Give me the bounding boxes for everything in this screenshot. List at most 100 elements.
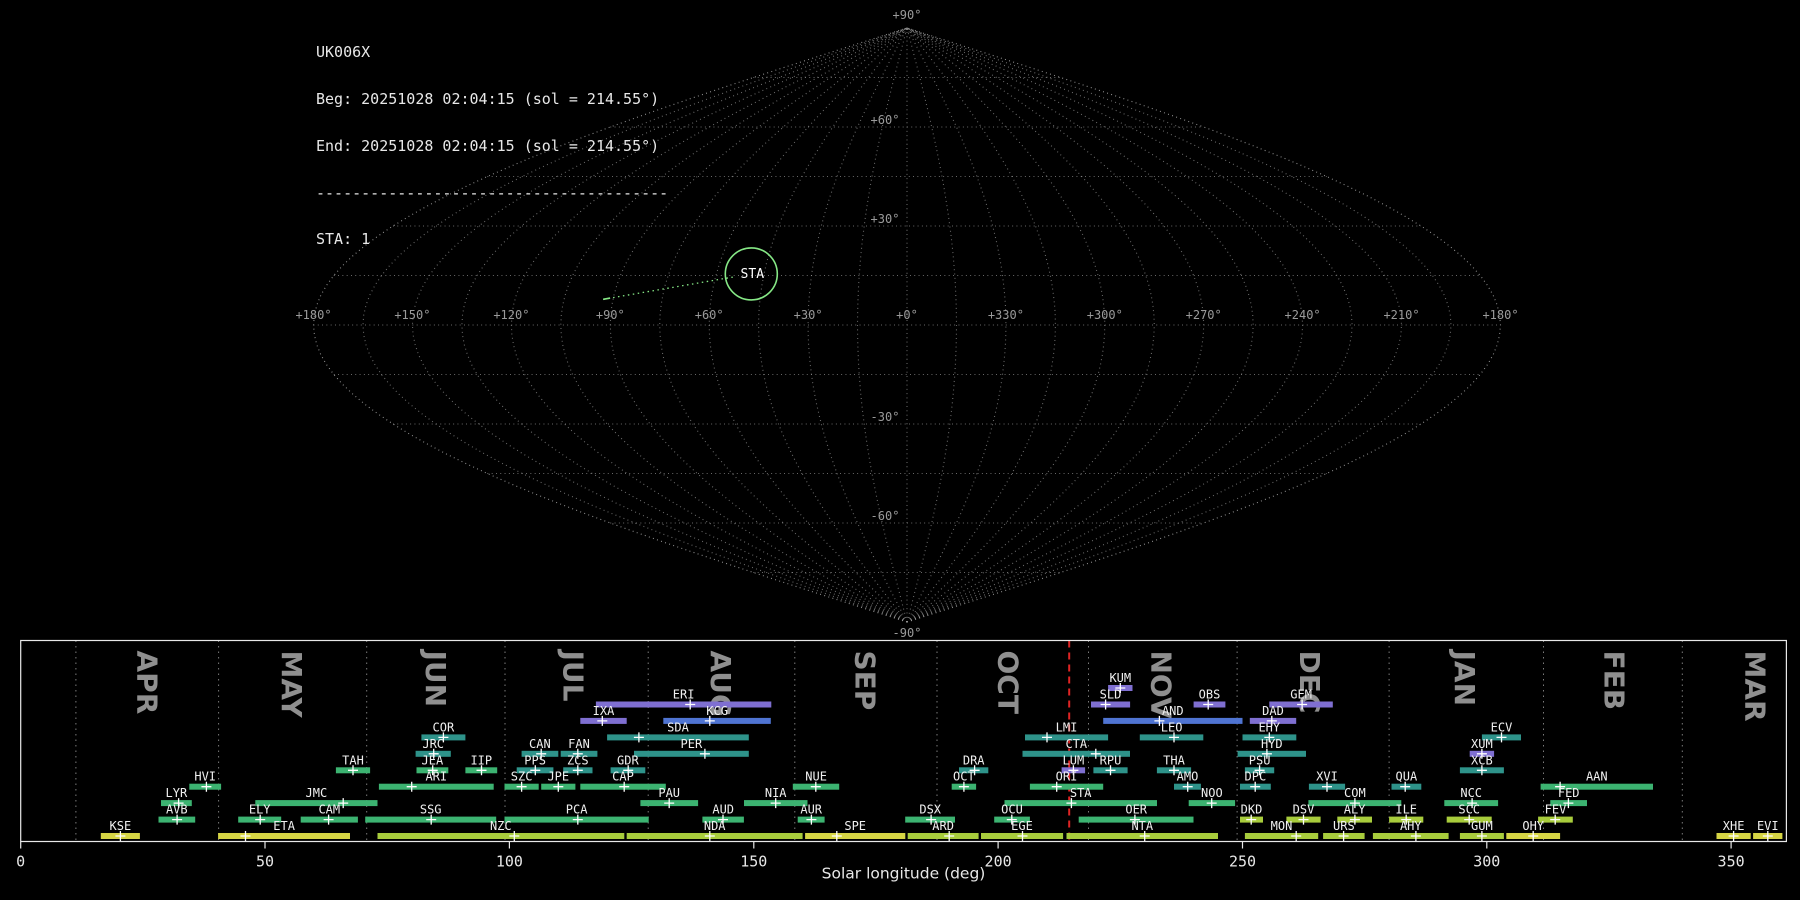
- shower-activity-bar: [1030, 784, 1103, 790]
- shower-code-label: AUD: [712, 803, 734, 817]
- radiant-label: STA: [741, 267, 765, 282]
- shower-code-label: NTA: [1131, 819, 1153, 833]
- shower-code-label: IIP: [470, 753, 492, 767]
- shower-code-label: COM: [1344, 786, 1366, 800]
- lon-label: +330°: [988, 308, 1024, 322]
- shower-activity-bar: [218, 833, 350, 839]
- shower-peak-marker: [832, 831, 842, 841]
- shower-activity-bar: [378, 833, 625, 839]
- lon-label: +270°: [1186, 308, 1222, 322]
- shower-code-label: ARI: [425, 770, 447, 784]
- shower-code-label: KCG: [706, 704, 728, 718]
- plot-canvas: +180°+150°+120°+90°+60°+30°+0°+330°+300°…: [0, 0, 1800, 900]
- shower-peak-marker: [1042, 732, 1052, 742]
- shower-code-label: XUM: [1471, 737, 1493, 751]
- shower-code-label: KUM: [1109, 671, 1131, 685]
- shower-code-label: PER: [681, 737, 703, 751]
- shower-code-label: OER: [1125, 803, 1147, 817]
- lon-label: +0°: [896, 308, 918, 322]
- shower-code-label: CAN: [529, 737, 551, 751]
- shower-code-label: CAM: [318, 803, 340, 817]
- shower-code-label: OHY: [1522, 819, 1544, 833]
- shower-code-label: PCA: [566, 803, 588, 817]
- lat-label: -90°: [893, 626, 922, 640]
- shower-code-label: PAU: [658, 786, 680, 800]
- shower-code-label: LEO: [1161, 720, 1183, 734]
- shower-code-label: ELY: [249, 803, 271, 817]
- grid-meridian: [907, 28, 957, 622]
- shower-code-label: ARD: [932, 819, 954, 833]
- shower-activity-bar: [596, 702, 771, 708]
- shower-count: STA: 1: [316, 232, 668, 248]
- shower-code-label: DSV: [1293, 803, 1315, 817]
- shower-code-label: XVI: [1316, 770, 1338, 784]
- shower-activity-bar: [805, 833, 905, 839]
- shower-activity-bar: [607, 734, 749, 740]
- shower-code-label: AVB: [166, 803, 188, 817]
- shower-code-label: SPE: [844, 819, 866, 833]
- shower-peak-marker: [241, 831, 251, 841]
- shower-code-label: DRA: [963, 753, 985, 767]
- radiant-drift-trail: [603, 277, 735, 300]
- lon-label: +60°: [695, 308, 724, 322]
- x-tick-label: 300: [1473, 853, 1500, 871]
- shower-code-label: HYD: [1261, 737, 1283, 751]
- shower-code-label: DAD: [1262, 704, 1284, 718]
- shower-code-label: COR: [433, 720, 455, 734]
- shower-code-label: NCC: [1460, 786, 1482, 800]
- shower-code-label: GDR: [617, 753, 639, 767]
- shower-code-label: EVI: [1757, 819, 1779, 833]
- month-label: FEB: [1597, 651, 1630, 711]
- shower-code-label: FED: [1558, 786, 1580, 800]
- lat-label: -60°: [871, 509, 900, 523]
- shower-code-label: OBS: [1199, 688, 1221, 702]
- shower-code-label: FEV: [1545, 803, 1567, 817]
- shower-code-label: PSU: [1249, 753, 1271, 767]
- shower-code-label: NIA: [765, 786, 787, 800]
- month-label: APR: [130, 651, 163, 715]
- shower-code-label: DKD: [1241, 803, 1263, 817]
- shower-code-label: HVI: [194, 770, 216, 784]
- x-tick-label: 350: [1718, 853, 1745, 871]
- shower-code-label: AUR: [800, 803, 822, 817]
- lon-label: +210°: [1383, 308, 1419, 322]
- shower-code-label: ILE: [1395, 803, 1417, 817]
- shower-code-label: STA: [1070, 786, 1092, 800]
- lon-label: +180°: [1482, 308, 1518, 322]
- station-code: UK006X: [316, 45, 668, 61]
- month-label: OCT: [991, 651, 1024, 714]
- shower-peak-marker: [634, 732, 644, 742]
- lon-label: +180°: [295, 308, 331, 322]
- shower-code-label: SLD: [1100, 688, 1122, 702]
- shower-code-label: IXA: [593, 704, 615, 718]
- shower-code-label: URS: [1333, 819, 1355, 833]
- shower-code-label: KSE: [110, 819, 132, 833]
- shower-code-label: THA: [1163, 753, 1185, 767]
- x-axis-title: Solar longitude (deg): [822, 865, 986, 883]
- shower-code-label: ORI: [1056, 770, 1078, 784]
- end-time: End: 20251028 02:04:15 (sol = 214.55°): [316, 139, 668, 155]
- shower-code-label: FAN: [568, 737, 590, 751]
- shower-code-label: ERI: [673, 688, 695, 702]
- month-label: JUL: [556, 649, 589, 702]
- x-tick-label: 150: [740, 853, 767, 871]
- month-label: JUN: [419, 649, 452, 708]
- separator-line: ---------------------------------------: [316, 186, 668, 202]
- shower-code-label: GEM: [1290, 688, 1312, 702]
- shower-code-label: JMC: [306, 786, 328, 800]
- shower-code-label: AND: [1162, 704, 1184, 718]
- shower-code-label: ZCS: [567, 753, 589, 767]
- shower-code-label: QUA: [1396, 770, 1418, 784]
- x-tick-label: 100: [496, 853, 523, 871]
- lat-label: +60°: [871, 113, 900, 127]
- shower-code-label: NOO: [1201, 786, 1223, 800]
- grid-meridian: [907, 28, 1451, 622]
- shower-code-label: OCU: [1001, 803, 1023, 817]
- lon-label: +120°: [493, 308, 529, 322]
- shower-code-label: EHY: [1258, 720, 1280, 734]
- shower-code-label: LYR: [166, 786, 188, 800]
- shower-code-label: ECV: [1491, 720, 1513, 734]
- shower-code-label: ETA: [273, 819, 295, 833]
- shower-code-label: LMI: [1056, 720, 1078, 734]
- shower-code-label: DPC: [1245, 770, 1267, 784]
